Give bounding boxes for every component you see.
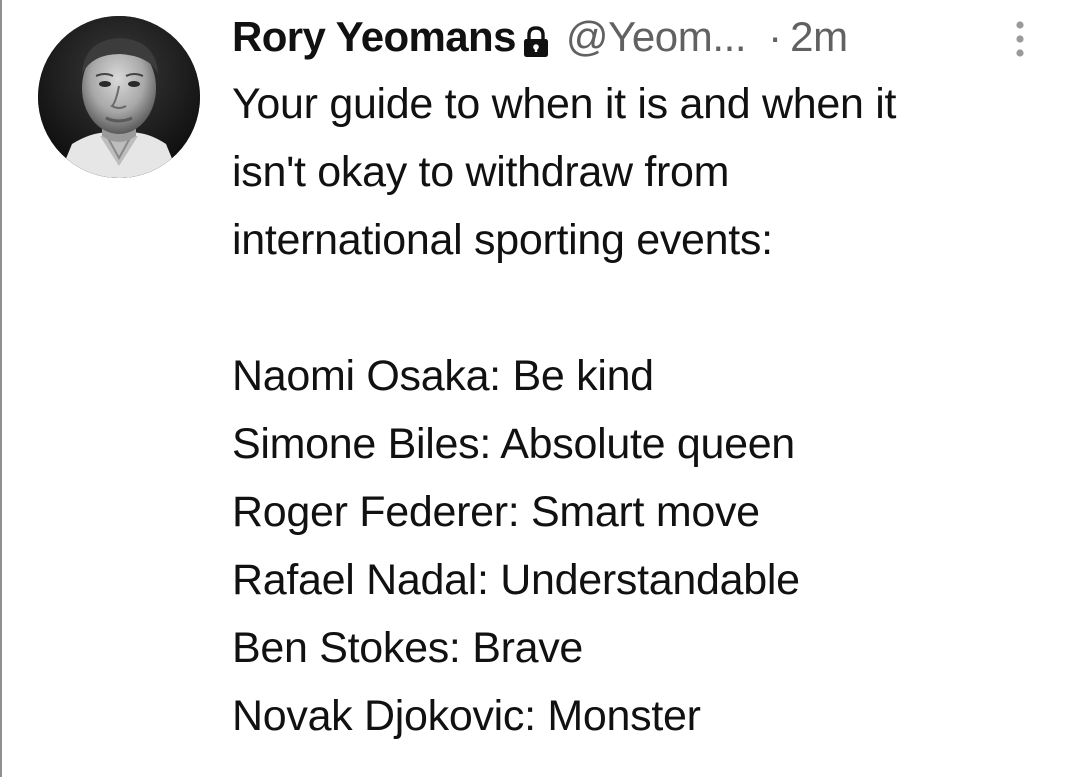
tweet-text: Your guide to when it is and when it isn… [232,70,1062,750]
list-item: Roger Federer: Smart move [232,488,760,536]
left-border [0,0,2,777]
avatar-photo [38,16,200,178]
list-item: Naomi Osaka: Be kind [232,352,654,400]
list-item: Ben Stokes: Brave [232,624,584,672]
list-item: Simone Biles: Absolute queen [232,420,795,468]
tweet-text-line: isn't okay to withdraw from [232,148,730,196]
tweet-text-line: Your guide to when it is and when it [232,80,897,128]
author-display-name[interactable]: Rory Yeomans [232,12,516,62]
list-item: Rafael Nadal: Understandable [232,556,800,604]
tweet-header: Rory Yeomans @Yeom... · 2m [232,12,848,62]
more-vertical-icon[interactable] [1010,18,1030,60]
avatar[interactable] [38,16,200,178]
tweet-text-line: international sporting events: [232,216,773,264]
list-item: Novak Djokovic: Monster [232,692,701,740]
header-separator: · [768,13,783,60]
author-handle[interactable]: @Yeom... [566,12,747,62]
tweet-timestamp[interactable]: 2m [790,12,848,62]
lock-icon [522,20,550,57]
